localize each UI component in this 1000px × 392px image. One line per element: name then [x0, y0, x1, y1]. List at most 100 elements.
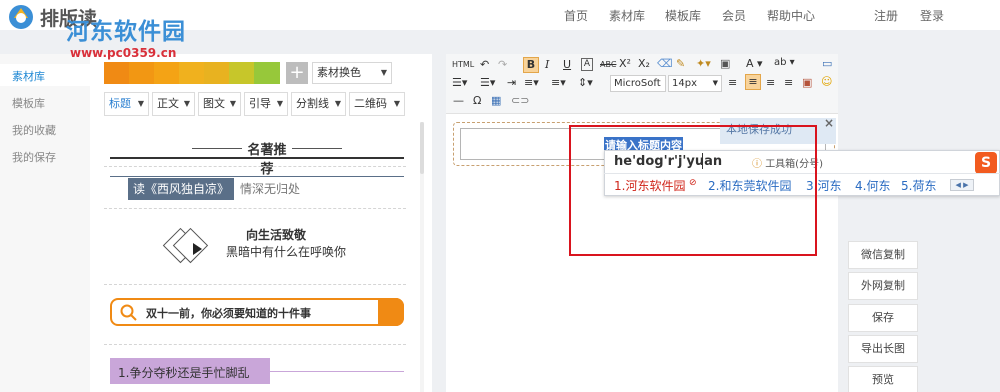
nav-materials[interactable]: 素材库 — [609, 7, 645, 24]
html-source-button[interactable]: HTML — [452, 60, 474, 69]
chevron-down-icon: ▼ — [276, 99, 283, 108]
indent-icon[interactable]: ⇥ — [507, 76, 516, 89]
image-icon[interactable]: ▣ — [802, 76, 812, 89]
watermark-url: www.pc0359.cn — [70, 46, 177, 60]
external-copy-button[interactable]: 外网复制 — [848, 272, 918, 300]
ordered-list-icon[interactable]: ☰▾ — [452, 76, 467, 89]
chevron-down-icon: ▼ — [712, 79, 718, 87]
color-swatch[interactable] — [154, 62, 179, 84]
nav-register[interactable]: 注册 — [874, 7, 898, 24]
life-subtitle: 黑暗中有什么在呼唤你 — [226, 245, 347, 259]
category-guide[interactable]: 引导 ▼ — [244, 92, 288, 116]
special-char-icon[interactable]: Ω — [473, 94, 481, 107]
material-famous[interactable]: 名著推荐 — [110, 136, 408, 177]
ime-candidate[interactable]: 5.荷东 — [901, 177, 936, 194]
paste-icon[interactable]: ▣ — [720, 57, 730, 70]
strikethrough-button[interactable]: ABC — [600, 60, 616, 69]
material-list[interactable]: 1.争分夺秒还是手忙脚乱 — [110, 358, 406, 388]
font-family-select[interactable]: MicroSoft — [610, 75, 666, 92]
logo-icon — [9, 5, 33, 29]
color-swatch[interactable] — [104, 62, 129, 84]
divider-line — [292, 148, 342, 149]
paragraph-spacing-icon[interactable]: ≡▾ — [551, 76, 566, 89]
wechat-copy-button[interactable]: 微信复制 — [848, 241, 918, 269]
row-height-icon[interactable]: ⇕▾ — [578, 76, 593, 89]
close-icon[interactable]: × — [824, 116, 834, 130]
nav-login[interactable]: 登录 — [920, 7, 944, 24]
font-size-select[interactable]: 14px ▼ — [668, 75, 722, 92]
color-swatch[interactable] — [229, 62, 254, 84]
material-book[interactable]: 读《西风独自凉》 情深无归处 — [110, 172, 408, 206]
nav-help[interactable]: 帮助中心 — [767, 7, 815, 24]
category-body[interactable]: 正文 ▼ — [152, 92, 195, 116]
book-name: 读《西风独自凉》 — [128, 178, 234, 200]
life-title: 向生活致敬 — [246, 228, 307, 242]
justify-icon[interactable]: ≡ — [784, 76, 793, 89]
material-search[interactable]: 双十一前，你必须要知道的十件事 — [110, 298, 406, 328]
fullscreen-icon[interactable]: ▭ — [822, 57, 832, 70]
dashed-separator — [104, 166, 406, 167]
align-left-icon[interactable]: ≡ — [728, 76, 737, 89]
unordered-list-icon[interactable]: ☰▾ — [480, 76, 495, 89]
color-swatch[interactable] — [254, 62, 280, 84]
category-image-text[interactable]: 图文 ▼ — [198, 92, 241, 116]
highlight-annotation-box — [569, 125, 817, 256]
preview-button[interactable]: 预览 — [848, 366, 918, 392]
sidebar-item-materials[interactable]: 素材库 — [12, 68, 45, 84]
left-sidebar: 素材库 模板库 我的收藏 我的保存 — [0, 54, 90, 392]
align-center-icon[interactable]: ≡ — [745, 74, 761, 90]
category-label: 分割线 — [296, 97, 329, 110]
search-box-cap — [378, 298, 404, 326]
divider-line — [270, 371, 404, 372]
chevron-down-icon: ▼ — [137, 99, 144, 108]
color-swatch[interactable] — [179, 62, 204, 84]
search-item-text: 双十一前，你必须要知道的十件事 — [146, 307, 311, 320]
redo-icon[interactable]: ↷ — [498, 58, 507, 71]
divider-line — [110, 176, 404, 177]
chevron-down-icon: ▼ — [380, 68, 387, 77]
link-icon[interactable]: ⊂⊃ — [511, 94, 529, 107]
superscript-button[interactable]: X² — [619, 57, 631, 70]
sidebar-item-favorites[interactable]: 我的收藏 — [12, 122, 56, 138]
table-icon[interactable]: ▦ — [491, 94, 501, 107]
subscript-button[interactable]: X₂ — [638, 57, 650, 70]
undo-icon[interactable]: ↶ — [480, 58, 489, 71]
font-color-button[interactable]: A ▾ — [746, 57, 763, 70]
category-label: 图文 — [203, 97, 225, 110]
category-qrcode[interactable]: 二维码 ▼ — [349, 92, 405, 116]
color-swatch[interactable] — [129, 62, 154, 84]
sidebar-item-saved[interactable]: 我的保存 — [12, 149, 56, 165]
highlight-button[interactable]: ab ▾ — [774, 57, 795, 68]
add-color-button[interactable]: + — [286, 62, 308, 84]
nav-member[interactable]: 会员 — [722, 7, 746, 24]
category-title[interactable]: 标题 ▼ — [104, 92, 149, 116]
chevron-down-icon: ▼ — [183, 99, 190, 108]
color-select[interactable]: 素材换色 ▼ — [312, 62, 392, 84]
material-life[interactable]: 向生活致敬 黑暗中有什么在呼唤你 — [150, 216, 390, 276]
nav-templates[interactable]: 模板库 — [665, 7, 701, 24]
eraser-icon[interactable]: ⌫ — [657, 57, 673, 70]
ime-candidate[interactable]: 4.何东 — [855, 177, 890, 194]
font-border-button[interactable]: A — [581, 58, 593, 71]
ime-page-arrows[interactable]: ◀ ▶ — [950, 179, 974, 191]
magic-wand-icon[interactable]: ✦▾ — [696, 57, 711, 70]
category-divider[interactable]: 分割线 ▼ — [291, 92, 346, 116]
color-swatch[interactable] — [204, 62, 229, 84]
save-button[interactable]: 保存 — [848, 304, 918, 332]
book-quote: 情深无归处 — [240, 182, 301, 196]
bold-button[interactable]: B — [523, 57, 539, 73]
sidebar-item-templates[interactable]: 模板库 — [12, 95, 45, 111]
line-spacing-icon[interactable]: ≡▾ — [524, 76, 539, 89]
category-label: 引导 — [249, 97, 271, 110]
italic-button[interactable]: I — [545, 58, 549, 71]
underline-button[interactable]: U — [563, 58, 571, 71]
panel-scrollbar-thumb[interactable] — [420, 122, 424, 174]
emoji-icon[interactable]: ☺ — [821, 75, 832, 88]
format-brush-icon[interactable]: ✎ — [676, 57, 685, 70]
align-right-icon[interactable]: ≡ — [766, 76, 775, 89]
chevron-down-icon: ▼ — [393, 99, 400, 108]
export-image-button[interactable]: 导出长图 — [848, 335, 918, 363]
nav-home[interactable]: 首页 — [564, 7, 588, 24]
font-size-value: 14px — [672, 78, 697, 89]
horizontal-rule-icon[interactable]: — — [453, 94, 464, 107]
